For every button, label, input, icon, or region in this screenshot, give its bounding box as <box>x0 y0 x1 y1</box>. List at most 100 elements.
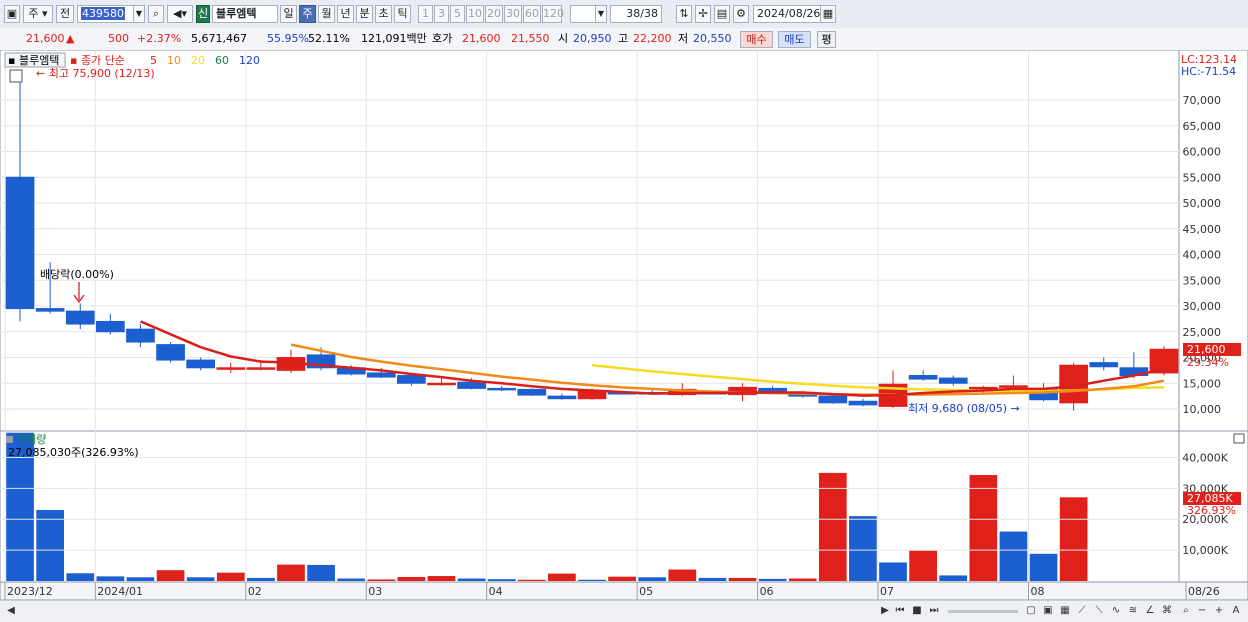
price-tick-label: 35,000 <box>1183 274 1222 287</box>
chevron-down-icon[interactable]: ▼ <box>595 5 607 23</box>
tool-trend-icon[interactable]: ⟍ <box>1092 604 1106 618</box>
period-button[interactable]: 일 <box>280 5 297 23</box>
tool-wave-icon[interactable]: ∿ <box>1109 604 1123 618</box>
volume-bar <box>578 579 606 581</box>
zoom-out-icon[interactable]: − <box>1195 604 1209 618</box>
ratio-2: 52.11% <box>308 32 350 45</box>
period-button[interactable]: 주 <box>299 5 316 23</box>
interval-button[interactable]: 3 <box>434 5 449 23</box>
volume-info: 27,085,030주(326.93%) <box>8 446 139 459</box>
candle-body <box>96 320 125 333</box>
tool-fib-icon[interactable]: ≋ <box>1126 604 1140 618</box>
date-tick-label: 05 <box>639 585 653 598</box>
zoom-in-icon[interactable]: + <box>1212 604 1226 618</box>
date-tick-label: 02 <box>248 585 262 598</box>
sell-button[interactable]: 매도 <box>778 31 811 48</box>
stop-icon[interactable]: ■ <box>910 604 924 618</box>
calendar-icon[interactable]: ▦ <box>820 5 836 23</box>
volume-bar <box>548 573 576 581</box>
calendar-icon <box>9 69 23 83</box>
period-button[interactable]: 틱 <box>394 5 411 23</box>
volume-bar <box>728 577 757 581</box>
volume-bar <box>818 472 847 581</box>
scroll-left-icon[interactable]: ◀ <box>4 604 18 618</box>
interval-button[interactable]: 60 <box>523 5 541 23</box>
volume-bar <box>337 578 366 581</box>
scroll-right-icon[interactable]: ▶ <box>878 604 892 618</box>
zoom-icon[interactable]: ⌕ <box>1179 604 1193 618</box>
last-icon[interactable]: ⏭ <box>927 604 941 618</box>
grid-icon[interactable]: ▦ <box>1058 604 1072 618</box>
buy-button[interactable]: 매수 <box>740 31 773 48</box>
layout-icon[interactable]: ▢ <box>1024 604 1038 618</box>
legend-ma-item: 20 <box>191 54 205 67</box>
layout2-icon[interactable]: ▣ <box>1041 604 1055 618</box>
count-field[interactable]: 38/38 <box>610 5 662 23</box>
legend-ma-item: 120 <box>239 54 260 67</box>
volume-bar <box>969 475 998 581</box>
interval-button[interactable]: 10 <box>466 5 484 23</box>
volume-bar <box>427 576 456 581</box>
volume-bar <box>457 578 486 581</box>
candle-body <box>457 381 486 389</box>
period-button[interactable]: 월 <box>318 5 335 23</box>
price-tag-pct: 29.34% <box>1187 356 1229 369</box>
interval-button[interactable]: 30 <box>504 5 522 23</box>
volume-bar <box>758 578 787 581</box>
candle-body <box>35 308 65 312</box>
open-label: 시 <box>558 32 569 45</box>
tool-angle-icon[interactable]: ∠ <box>1143 604 1157 618</box>
date-input[interactable]: 2024/08/26 <box>753 5 823 23</box>
volume-bar <box>999 531 1028 581</box>
volume-bar <box>939 575 968 581</box>
interval-button[interactable]: 5 <box>450 5 465 23</box>
compare-icon[interactable]: ⇅ <box>676 5 692 23</box>
price-tag: 21,600 <box>1187 343 1226 356</box>
candle-body <box>547 395 577 400</box>
legend-ma-title: ▪ 종가 단순 <box>70 54 125 67</box>
volume-bar <box>788 578 817 581</box>
save-icon[interactable]: ▤ <box>714 5 730 23</box>
tool-text-icon[interactable]: ⌘ <box>1160 604 1174 618</box>
font-size-icon[interactable]: A <box>1229 604 1243 618</box>
change-percent: +2.37% <box>137 32 182 45</box>
period-button[interactable]: 초 <box>375 5 392 23</box>
interval-button[interactable]: 20 <box>485 5 503 23</box>
period-button[interactable]: 분 <box>356 5 373 23</box>
chevron-down-icon[interactable]: ▼ <box>133 5 145 23</box>
hc-label: HC:-71.54 <box>1181 65 1236 78</box>
price-info-bar: 21,600 ▲ 500 +2.37% 5,671,467 55.95% 52.… <box>0 28 1248 51</box>
first-icon[interactable]: ⏮ <box>893 604 907 618</box>
volume-bar <box>307 564 335 581</box>
dividend-annotation: 배당락(0.00%) <box>40 268 114 281</box>
zoom-slider[interactable] <box>948 610 1018 613</box>
volume-tick-label: 10,000K <box>1182 544 1228 557</box>
volume-bar <box>247 577 275 581</box>
chart-scroll-bar[interactable]: ◀ ▶ ⏮ ■ ⏭ ▢ ▣ ▦ ⟋ ⟍ ∿ ≋ ∠ ⌘ ⌕ − + A <box>0 600 1248 622</box>
mode-select[interactable]: 주 ▾ <box>23 5 53 23</box>
window-icon[interactable]: ▣ <box>4 5 20 23</box>
stock-chart[interactable]: 10,00015,00020,00025,00030,00035,00040,0… <box>0 50 1248 600</box>
crosshair-icon[interactable]: ✢ <box>695 5 711 23</box>
tool-line-icon[interactable]: ⟋ <box>1075 604 1089 618</box>
interval-button[interactable]: 120 <box>542 5 564 23</box>
candle-body <box>397 375 426 384</box>
high-label: 고 <box>618 32 629 45</box>
volume-value: 5,671,467 <box>191 32 247 45</box>
gear-icon[interactable]: ⚙ <box>733 5 749 23</box>
high-price: 22,200 <box>633 32 672 45</box>
prev-button[interactable]: 전 <box>56 5 74 23</box>
search-icon[interactable]: ⌕ <box>148 5 164 23</box>
volume-bar <box>66 573 95 581</box>
volume-bar <box>216 572 245 581</box>
stock-name[interactable]: 블루엠텍 <box>212 5 278 23</box>
avg-button[interactable]: 평 <box>817 31 836 48</box>
date-tick-label: 04 <box>489 585 503 598</box>
volume-bar <box>156 570 185 581</box>
speaker-icon[interactable]: ◀▾ <box>167 5 193 23</box>
interval-button[interactable]: 1 <box>418 5 433 23</box>
candle-body <box>938 377 968 384</box>
period-button[interactable]: 년 <box>337 5 354 23</box>
volume-bar <box>668 569 697 581</box>
volume-bar <box>277 564 305 581</box>
